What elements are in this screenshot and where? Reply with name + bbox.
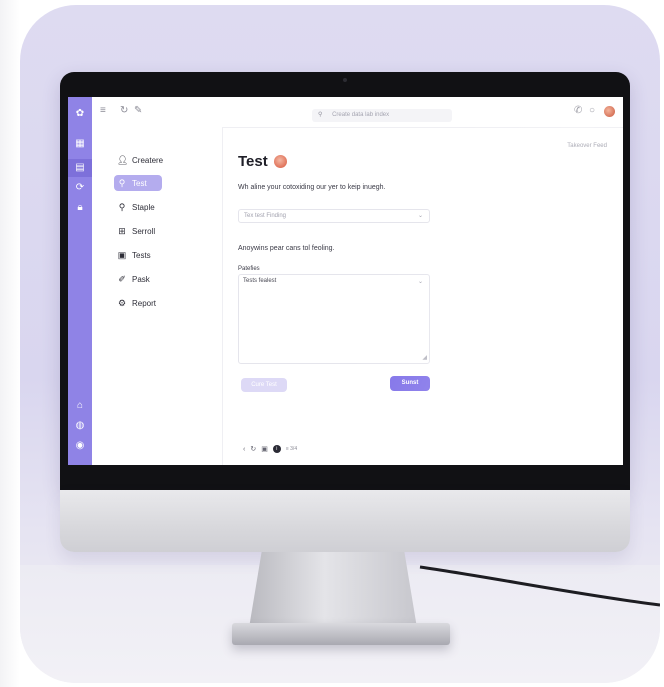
monitor-stand-foot	[232, 623, 450, 645]
app-screen: ✿ ▦ ▤ ⟳ 🔒︎ ⌂ ◍ ◉ ≡ ↻ ✎ ⚲ Create data lab…	[68, 97, 623, 465]
pen-icon: ✐	[118, 273, 126, 284]
top-bar: ≡ ↻ ✎ ⚲ Create data lab index ✆ ○	[92, 97, 623, 128]
face-emoji-icon	[273, 155, 287, 168]
main-content: Takeover Feed Test Wh aline your cotoxid…	[223, 127, 623, 465]
takeover-feed-link[interactable]: Takeover Feed	[567, 143, 607, 149]
sidebar-item-staple[interactable]: ⚲ Staple	[114, 199, 172, 215]
gear-icon: ⚙	[117, 297, 127, 308]
sidebar-item-createre[interactable]: 👤︎ Createre	[114, 152, 172, 168]
icon-rail: ✿ ▦ ▤ ⟳ 🔒︎ ⌂ ◍ ◉	[68, 97, 92, 465]
monitor-stand-neck	[248, 552, 418, 634]
page-edge	[0, 0, 20, 687]
search-icon: ⚲	[118, 177, 126, 188]
hamburger-icon[interactable]: ≡	[100, 106, 106, 116]
bell-icon[interactable]: ○	[589, 106, 595, 116]
camera-icon	[343, 78, 347, 82]
gallery-icon: ⊞	[118, 225, 126, 236]
page-title: Test	[238, 153, 287, 170]
answer-textarea[interactable]: Tests fealest ⌄ ◢	[238, 274, 430, 364]
sidebar-item-report[interactable]: ⚙ Report	[114, 295, 172, 311]
avatar[interactable]	[604, 106, 615, 117]
search-input[interactable]: ⚲ Create data lab index	[312, 109, 452, 122]
help-icon[interactable]: ◉	[68, 437, 92, 455]
search-icon: ⚲	[318, 112, 323, 118]
calendar-icon: ▣	[117, 249, 127, 260]
sidebar-item-serroll[interactable]: ⊞ Serroll	[114, 223, 172, 239]
bottom-toolbar: ‹ ↻ ▣ i ≡ 3/4	[243, 445, 297, 453]
search-placeholder: Create data lab index	[332, 112, 390, 118]
sidebar-item-label: Staple	[132, 202, 155, 212]
sidebar-item-label: Pask	[132, 274, 150, 284]
user-icon: 👤︎	[117, 154, 129, 165]
submit-button[interactable]: Sunst	[390, 376, 430, 391]
cure-test-button[interactable]: Cure Test	[241, 378, 287, 392]
textarea-value: Tests fealest	[243, 278, 277, 284]
page-title-text: Test	[238, 153, 268, 170]
home-icon[interactable]: ⌂	[68, 397, 92, 415]
sidebar-item-test[interactable]: ⚲ Test	[114, 175, 162, 191]
logo-icon[interactable]: ✿	[68, 105, 92, 123]
chevron-down-icon: ⌄	[417, 213, 423, 219]
edit-icon[interactable]: ✎	[134, 106, 142, 116]
refresh-icon[interactable]: ⟳	[68, 179, 92, 197]
product-photo: ✿ ▦ ▤ ⟳ 🔒︎ ⌂ ◍ ◉ ≡ ↻ ✎ ⚲ Create data lab…	[20, 5, 660, 683]
chevron-down-icon: ⌄	[417, 279, 423, 285]
sidebar-item-tests[interactable]: ▣ Tests	[114, 247, 172, 263]
phone-icon[interactable]: ✆	[574, 106, 582, 116]
lock-icon[interactable]: 🔒︎	[68, 199, 92, 217]
info-icon[interactable]: i	[272, 445, 281, 453]
field-label: Patefies	[238, 266, 260, 272]
page-subtitle: Wh aline your cotoxiding our yer to keip…	[238, 184, 386, 191]
question-prompt: Anoywins pear cans tol feoling.	[238, 245, 335, 252]
sidebar-item-label: Serroll	[132, 226, 156, 236]
resize-handle-icon[interactable]: ◢	[422, 355, 427, 361]
globe-icon[interactable]: ◍	[68, 417, 92, 435]
sidebar-item-label: Createre	[132, 155, 164, 165]
document-icon[interactable]: ▤	[68, 159, 92, 177]
sidebar-item-pask[interactable]: ✐ Pask	[114, 271, 172, 287]
grid-icon[interactable]: ▦	[68, 135, 92, 153]
refresh-icon[interactable]: ↻	[250, 445, 256, 453]
sidebar-item-label: Report	[132, 298, 157, 308]
monitor-chin	[60, 490, 630, 552]
test-finding-select[interactable]: Tex test Finding ⌄	[238, 209, 430, 223]
select-value: Tex test Finding	[244, 213, 287, 219]
back-icon[interactable]: ‹	[243, 446, 245, 453]
sidebar-item-label: Test	[132, 178, 147, 188]
refresh-icon[interactable]: ↻	[120, 106, 128, 116]
sidebar-item-label: Tests	[132, 250, 151, 260]
search-icon: ⚲	[118, 201, 126, 212]
bottom-tool-text: ≡ 3/4	[285, 446, 298, 452]
document-icon[interactable]: ▣	[261, 445, 268, 453]
